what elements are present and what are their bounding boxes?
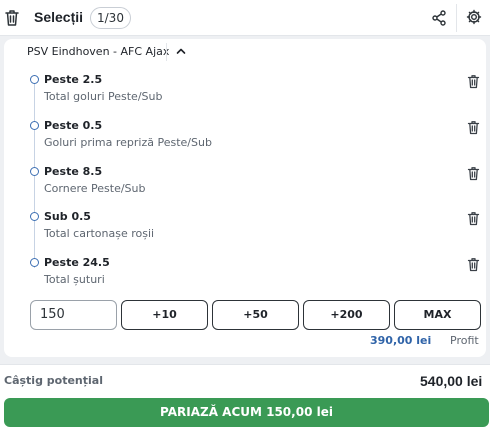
match-divider (166, 43, 167, 61)
selection-pick: Peste 24.5 (44, 256, 110, 269)
profit-value: 390,00 lei (370, 334, 432, 347)
selection-item: Peste 24.5 Total șuturi (0, 256, 490, 300)
timeline-dot (30, 212, 39, 221)
selection-market: Total cartonașe roșii (44, 227, 155, 240)
share-icon[interactable] (432, 10, 446, 26)
trash-icon[interactable] (4, 9, 20, 27)
selection-market: Cornere Peste/Sub (44, 182, 146, 195)
timeline-dot (30, 167, 39, 176)
add-10-button[interactable]: +10 (121, 300, 208, 330)
potential-win-label: Câștig potențial (4, 374, 103, 387)
selection-item: Peste 8.5 Cornere Peste/Sub (0, 165, 490, 209)
selection-market: Goluri prima repriză Peste/Sub (44, 136, 212, 149)
trash-icon[interactable] (467, 74, 480, 89)
trash-icon[interactable] (467, 166, 480, 181)
profit-label: Profit (450, 334, 479, 347)
selection-pick: Peste 8.5 (44, 165, 103, 178)
add-50-button[interactable]: +50 (212, 300, 299, 330)
selection-pick: Peste 0.5 (44, 119, 103, 132)
gear-icon[interactable] (466, 9, 482, 25)
selection-item: Peste 0.5 Goluri prima repriză Peste/Sub (0, 119, 490, 163)
timeline-dot (30, 121, 39, 130)
timeline-dot (30, 75, 39, 84)
trash-icon[interactable] (467, 211, 480, 226)
selection-item: Peste 2.5 Total goluri Peste/Sub (0, 73, 490, 117)
selection-market: Total goluri Peste/Sub (44, 90, 163, 103)
header-divider (456, 4, 457, 32)
potential-win-value: 540,00 lei (420, 373, 483, 389)
timeline-dot (30, 258, 39, 267)
selection-market: Total șuturi (44, 273, 105, 286)
chevron-up-icon[interactable] (176, 47, 186, 55)
betslip-header: Selecții 1/30 (0, 0, 490, 36)
selection-pick: Sub 0.5 (44, 210, 91, 223)
place-bet-button[interactable]: PARIAZĂ ACUM 150,00 lei (4, 398, 489, 427)
selection-item: Sub 0.5 Total cartonașe roșii (0, 210, 490, 254)
match-name: PSV Eindhoven - AFC Ajax (27, 45, 170, 58)
selection-pick: Peste 2.5 (44, 73, 103, 86)
betslip-title: Selecții (34, 9, 84, 25)
selection-count-badge: 1/30 (90, 7, 131, 29)
stake-input[interactable]: 150 (30, 300, 117, 330)
trash-icon[interactable] (467, 257, 480, 272)
add-200-button[interactable]: +200 (303, 300, 390, 330)
trash-icon[interactable] (467, 120, 480, 135)
max-stake-button[interactable]: MAX (394, 300, 481, 330)
